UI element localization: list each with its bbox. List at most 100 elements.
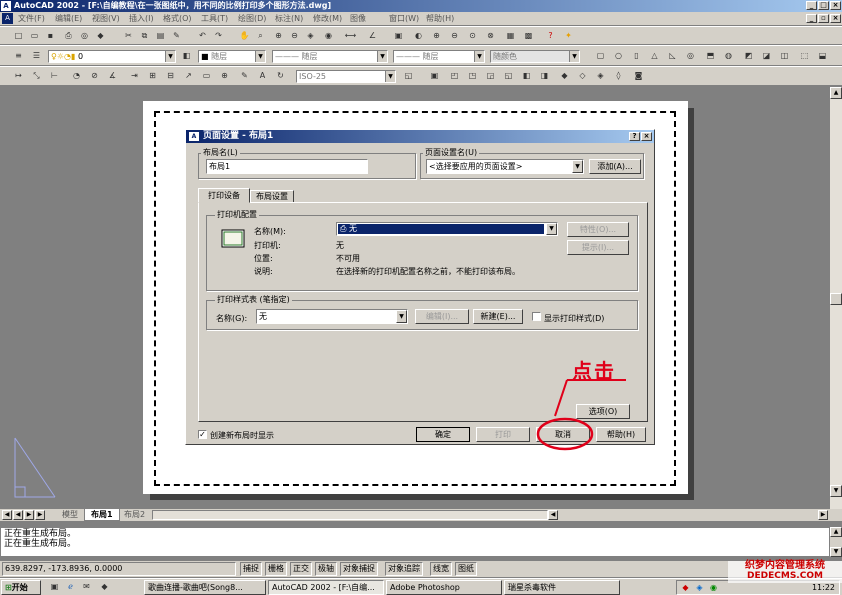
- tray-icon[interactable]: ◉: [707, 582, 720, 594]
- back-view-icon[interactable]: ◨: [538, 70, 551, 82]
- scroll-thumb[interactable]: [830, 293, 842, 305]
- horizontal-scrollbar[interactable]: [152, 510, 548, 520]
- print-icon[interactable]: ⎙: [62, 30, 75, 42]
- ne-iso-icon[interactable]: ◈: [594, 70, 607, 82]
- tab-layout1[interactable]: 布局1: [84, 509, 120, 521]
- document-icon[interactable]: A: [2, 13, 13, 24]
- publish-icon[interactable]: ◆: [94, 30, 107, 42]
- zoom-previous-icon[interactable]: ⊖: [288, 30, 301, 42]
- dim-update-icon[interactable]: ↻: [274, 70, 287, 82]
- minimize-button[interactable]: _: [806, 1, 817, 10]
- cmd-scroll-up-button[interactable]: ▲: [830, 527, 842, 537]
- distance-icon[interactable]: ⟷: [344, 30, 357, 42]
- paste-icon[interactable]: ▤: [154, 30, 167, 42]
- printer-name-select[interactable]: ⎙ 无 ▼: [336, 222, 558, 236]
- quicklaunch-icon[interactable]: ◆: [98, 581, 111, 593]
- add-page-setup-button[interactable]: 添加(A)...: [589, 159, 641, 174]
- slice-icon[interactable]: ◩: [742, 50, 755, 62]
- leader-icon[interactable]: ↗: [182, 70, 195, 82]
- section-icon[interactable]: ◪: [760, 50, 773, 62]
- profile-icon[interactable]: ⬓: [816, 50, 829, 62]
- front-view-icon[interactable]: ◧: [520, 70, 533, 82]
- cone-icon[interactable]: △: [648, 50, 661, 62]
- menu-help[interactable]: 帮助(H): [426, 12, 454, 25]
- scroll-right-button[interactable]: ▶: [818, 510, 828, 520]
- tray-icon[interactable]: ◆: [679, 582, 692, 594]
- coordinates-readout[interactable]: 639.8297, -173.8936, 0.0000: [2, 562, 236, 576]
- angular-dim-icon[interactable]: ∡: [106, 70, 119, 82]
- menu-window[interactable]: 窗口(W): [389, 12, 419, 25]
- zoom-window-icon[interactable]: ⊕: [272, 30, 285, 42]
- doc-close-button[interactable]: ×: [830, 14, 841, 23]
- grid-icon[interactable]: ▩: [522, 30, 535, 42]
- sphere-icon[interactable]: ○: [612, 50, 625, 62]
- center-mark-icon[interactable]: ⊕: [218, 70, 231, 82]
- help-icon[interactable]: ?: [544, 30, 557, 42]
- task-song8[interactable]: 歌曲连播-歌曲吧(Song8...: [144, 580, 266, 595]
- save-icon[interactable]: ▪: [44, 30, 57, 42]
- revolve-icon[interactable]: ◍: [722, 50, 735, 62]
- image-icon[interactable]: ▦: [504, 30, 517, 42]
- plotstyle-combo[interactable]: 随颜色 ▼: [490, 50, 580, 63]
- scroll-up-button[interactable]: ▲: [830, 87, 842, 99]
- quick-dim-icon[interactable]: ⇥: [128, 70, 141, 82]
- menu-file[interactable]: 文件(F): [18, 12, 45, 25]
- ok-button[interactable]: 确定: [416, 427, 470, 442]
- scroll-down-button[interactable]: ▼: [830, 485, 842, 497]
- ie-icon[interactable]: ℯ: [64, 581, 77, 593]
- page-setup-select[interactable]: <选择要应用的页面设置> ▼: [426, 159, 584, 174]
- box-icon[interactable]: ▢: [594, 50, 607, 62]
- pan-icon[interactable]: ✋: [238, 30, 251, 42]
- torus-icon[interactable]: ◎: [684, 50, 697, 62]
- dim-style-icon[interactable]: ◱: [402, 70, 415, 82]
- sw-iso-icon[interactable]: ◆: [558, 70, 571, 82]
- zoom-all-icon[interactable]: ⊙: [466, 30, 479, 42]
- zoom-out-icon[interactable]: ⊖: [448, 30, 461, 42]
- cylinder-icon[interactable]: ▯: [630, 50, 643, 62]
- dimstyle-combo[interactable]: ISO-25 ▼: [296, 70, 396, 83]
- zoom-realtime-icon[interactable]: ⌕: [254, 30, 267, 42]
- aligned-dim-icon[interactable]: ⤡: [30, 70, 43, 82]
- diameter-dim-icon[interactable]: ⊘: [88, 70, 101, 82]
- new-icon[interactable]: □: [12, 30, 25, 42]
- hints-button[interactable]: 提示(I)...: [567, 240, 629, 255]
- menu-tools[interactable]: 工具(T): [201, 12, 228, 25]
- create-on-new-checkbox[interactable]: ✓: [198, 430, 207, 439]
- match-properties-icon[interactable]: ✎: [170, 30, 183, 42]
- dialog-close-button[interactable]: ×: [641, 132, 652, 141]
- tray-icon[interactable]: ◈: [693, 582, 706, 594]
- interfere-icon[interactable]: ◫: [778, 50, 791, 62]
- dialog-help-button[interactable]: ?: [629, 132, 640, 141]
- se-iso-icon[interactable]: ◇: [576, 70, 589, 82]
- make-current-icon[interactable]: ◧: [180, 50, 193, 62]
- tab-model[interactable]: 模型: [56, 509, 84, 520]
- wedge-icon[interactable]: ◺: [666, 50, 679, 62]
- zoom-extents-icon[interactable]: ⊗: [484, 30, 497, 42]
- new-plot-style-button[interactable]: 新建(E)...: [473, 309, 523, 324]
- top-view-icon[interactable]: ◰: [448, 70, 461, 82]
- last-tab-button[interactable]: ▶: [35, 510, 45, 520]
- menu-view[interactable]: 视图(V): [92, 12, 120, 25]
- plot-style-select[interactable]: 无 ▼: [256, 309, 408, 324]
- start-button[interactable]: ⊞开始: [1, 580, 41, 595]
- menu-dimension[interactable]: 标注(N): [275, 12, 303, 25]
- layer-previous-icon[interactable]: ☰: [30, 50, 43, 62]
- menu-insert[interactable]: 插入(I): [129, 12, 154, 25]
- baseline-dim-icon[interactable]: ⊞: [146, 70, 159, 82]
- properties-button[interactable]: 特性(O)...: [567, 222, 629, 237]
- task-autocad[interactable]: AutoCAD 2002 - [F:\自编...: [268, 580, 384, 595]
- next-tab-button[interactable]: ▶: [24, 510, 34, 520]
- vertical-scrollbar[interactable]: ▲ ▼: [830, 87, 842, 509]
- copy-icon[interactable]: ⧉: [138, 30, 151, 42]
- window-icon[interactable]: ▣: [392, 30, 405, 42]
- left-view-icon[interactable]: ◲: [484, 70, 497, 82]
- design-center-icon[interactable]: ◈: [304, 30, 317, 42]
- otrack-toggle[interactable]: 对象追踪: [385, 562, 423, 576]
- snap-toggle[interactable]: 捕捉: [240, 562, 262, 576]
- close-button[interactable]: ×: [830, 1, 841, 10]
- continue-dim-icon[interactable]: ⊟: [164, 70, 177, 82]
- today-icon[interactable]: ✦: [562, 30, 575, 42]
- desktop-icon[interactable]: ▣: [48, 581, 61, 593]
- menu-image[interactable]: 图像: [350, 12, 366, 25]
- color-combo[interactable]: ■ 随层 ▼: [198, 50, 266, 63]
